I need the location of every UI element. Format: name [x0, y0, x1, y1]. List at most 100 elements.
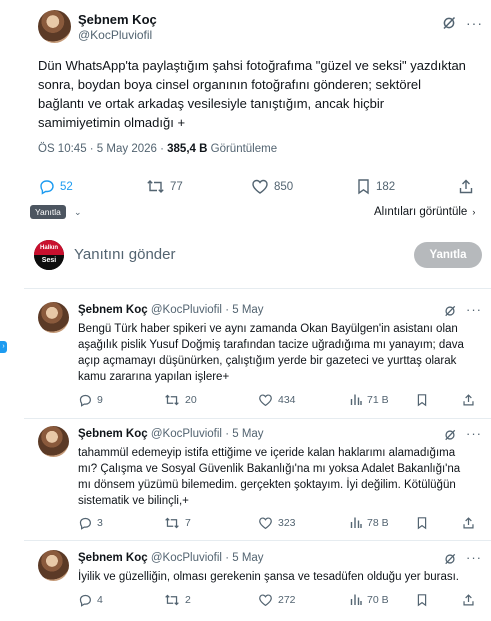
repost-icon — [164, 593, 180, 607]
like-button[interactable]: 434 — [258, 393, 296, 407]
views-count: 71 B — [367, 393, 389, 406]
chevron-right-icon: › — [472, 207, 476, 217]
grok-icon[interactable] — [444, 553, 456, 565]
tweet-text: Bengü Türk haber spikeri ve aynı zamanda… — [78, 323, 464, 383]
reply-button[interactable]: 3 — [78, 516, 103, 530]
more-options-button[interactable]: ··· — [466, 550, 482, 565]
author-name[interactable]: Şebnem Koç — [78, 552, 148, 564]
share-icon — [462, 516, 475, 530]
share-button[interactable] — [458, 178, 474, 195]
tweet-timestamp[interactable]: ÖS 10:45 · 5 May 2026 · — [38, 143, 164, 155]
like-button[interactable]: 850 — [251, 178, 293, 195]
like-count: 850 — [274, 180, 294, 193]
repost-button[interactable]: 20 — [164, 393, 197, 407]
repost-button[interactable]: 77 — [146, 178, 183, 195]
tweet-body: Dün WhatsApp'ta paylaştığım şahsi fotoğr… — [38, 58, 466, 130]
share-button[interactable] — [462, 393, 475, 407]
bookmark-button[interactable] — [416, 516, 428, 530]
author-name[interactable]: Şebnem Koç — [78, 428, 148, 440]
reply-count: 9 — [97, 394, 103, 406]
share-button[interactable] — [462, 593, 475, 607]
tweet-timestamp[interactable]: · 5 May — [225, 304, 263, 316]
chevron-down-icon: ⌄ — [74, 207, 82, 217]
tweet-actions: 3 7 323 78 B — [78, 516, 478, 532]
bookmark-button[interactable] — [416, 393, 428, 407]
avatar-logo-top: Halkın — [34, 240, 64, 255]
tweet-meta: ÖS 10:45 · 5 May 2026 · 385,4 B Görüntül… — [38, 143, 277, 155]
tweet-actions: 4 2 272 70 B — [78, 593, 478, 609]
repost-icon — [164, 393, 180, 407]
more-options-button[interactable]: ··· — [466, 426, 482, 441]
bar-chart-icon — [350, 516, 362, 529]
reply-button[interactable]: 4 — [78, 593, 103, 607]
like-count: 434 — [278, 394, 296, 406]
bookmark-count: 182 — [376, 180, 396, 193]
repost-icon — [164, 516, 180, 530]
grok-icon[interactable] — [444, 305, 456, 317]
bar-chart-icon — [350, 393, 362, 406]
show-more-sign[interactable]: + — [177, 115, 185, 130]
reply-icon — [78, 393, 92, 407]
views-button[interactable]: 78 B — [350, 516, 389, 529]
reply-count: 52 — [60, 180, 73, 193]
author-name[interactable]: Şebnem Koç — [78, 304, 148, 316]
avatar[interactable] — [38, 302, 69, 333]
tweet-actions: 9 20 434 71 B — [78, 393, 478, 409]
views-button[interactable]: 70 B — [350, 593, 389, 606]
divider — [24, 288, 491, 289]
reply-submit-button[interactable]: Yanıtla — [414, 242, 482, 268]
reply-icon — [38, 178, 55, 195]
grok-icon[interactable] — [442, 16, 456, 30]
bookmark-button[interactable]: 182 — [356, 178, 395, 195]
bookmark-icon — [416, 516, 428, 530]
tweet-actions: 52 77 850 182 — [38, 178, 478, 198]
views-count: 70 B — [367, 593, 389, 606]
avatar[interactable] — [38, 426, 69, 457]
reply-header: Şebnem Koç @KocPluviofil · 5 May — [78, 304, 264, 316]
tweet-text: tahammül edemeyip istifa ettiğime ve içe… — [78, 447, 461, 507]
bookmark-button[interactable] — [416, 593, 428, 607]
share-icon — [458, 178, 474, 195]
reply-count: 4 — [97, 594, 103, 606]
reply-tooltip: Yanıtla — [30, 205, 66, 219]
author-handle[interactable]: @KocPluviofil — [151, 304, 222, 316]
author-handle[interactable]: @KocPluviofil — [151, 552, 222, 564]
view-quotes-link[interactable]: Alıntıları görüntüle › — [374, 206, 475, 218]
tweet-text: Dün WhatsApp'ta paylaştığım şahsi fotoğr… — [38, 56, 468, 132]
view-quotes-label: Alıntıları görüntüle — [374, 206, 468, 218]
author-name[interactable]: Şebnem Koç — [78, 12, 157, 27]
bookmark-icon — [416, 393, 428, 407]
reply-header: Şebnem Koç @KocPluviofil · 5 May — [78, 428, 264, 440]
reply-header: Şebnem Koç @KocPluviofil · 5 May — [78, 552, 264, 564]
reply-button[interactable]: 52 — [38, 178, 73, 195]
author-handle[interactable]: @KocPluviofil — [78, 28, 152, 42]
tweet-timestamp[interactable]: · 5 May — [225, 552, 263, 564]
heart-icon — [258, 393, 273, 407]
grok-icon[interactable] — [444, 429, 456, 441]
author-handle[interactable]: @KocPluviofil — [151, 428, 222, 440]
repost-button[interactable]: 2 — [164, 593, 191, 607]
tweet-timestamp[interactable]: · 5 May — [225, 428, 263, 440]
bar-chart-icon — [350, 593, 362, 606]
views-count: 385,4 B — [167, 143, 208, 155]
share-icon — [462, 593, 475, 607]
heart-icon — [258, 516, 273, 530]
avatar[interactable] — [38, 550, 69, 581]
main-tweet-header: Şebnem Koç @KocPluviofil ··· — [38, 10, 482, 44]
avatar[interactable] — [38, 10, 71, 43]
repost-count: 77 — [170, 180, 183, 193]
repost-button[interactable]: 7 — [164, 516, 191, 530]
like-button[interactable]: 323 — [258, 516, 296, 530]
user-avatar[interactable]: Halkın Sesi — [34, 240, 64, 270]
heart-icon — [251, 178, 269, 195]
avatar-logo-bottom: Sesi — [34, 255, 64, 270]
side-tab-icon[interactable]: › — [0, 341, 7, 353]
reply-button[interactable]: 9 — [78, 393, 103, 407]
share-button[interactable] — [462, 516, 475, 530]
like-button[interactable]: 272 — [258, 593, 296, 607]
reply-input[interactable]: Yanıtını gönder — [74, 246, 175, 263]
more-options-button[interactable]: ··· — [466, 15, 483, 31]
views-button[interactable]: 71 B — [350, 393, 389, 406]
more-options-button[interactable]: ··· — [466, 302, 482, 317]
divider — [24, 418, 491, 419]
